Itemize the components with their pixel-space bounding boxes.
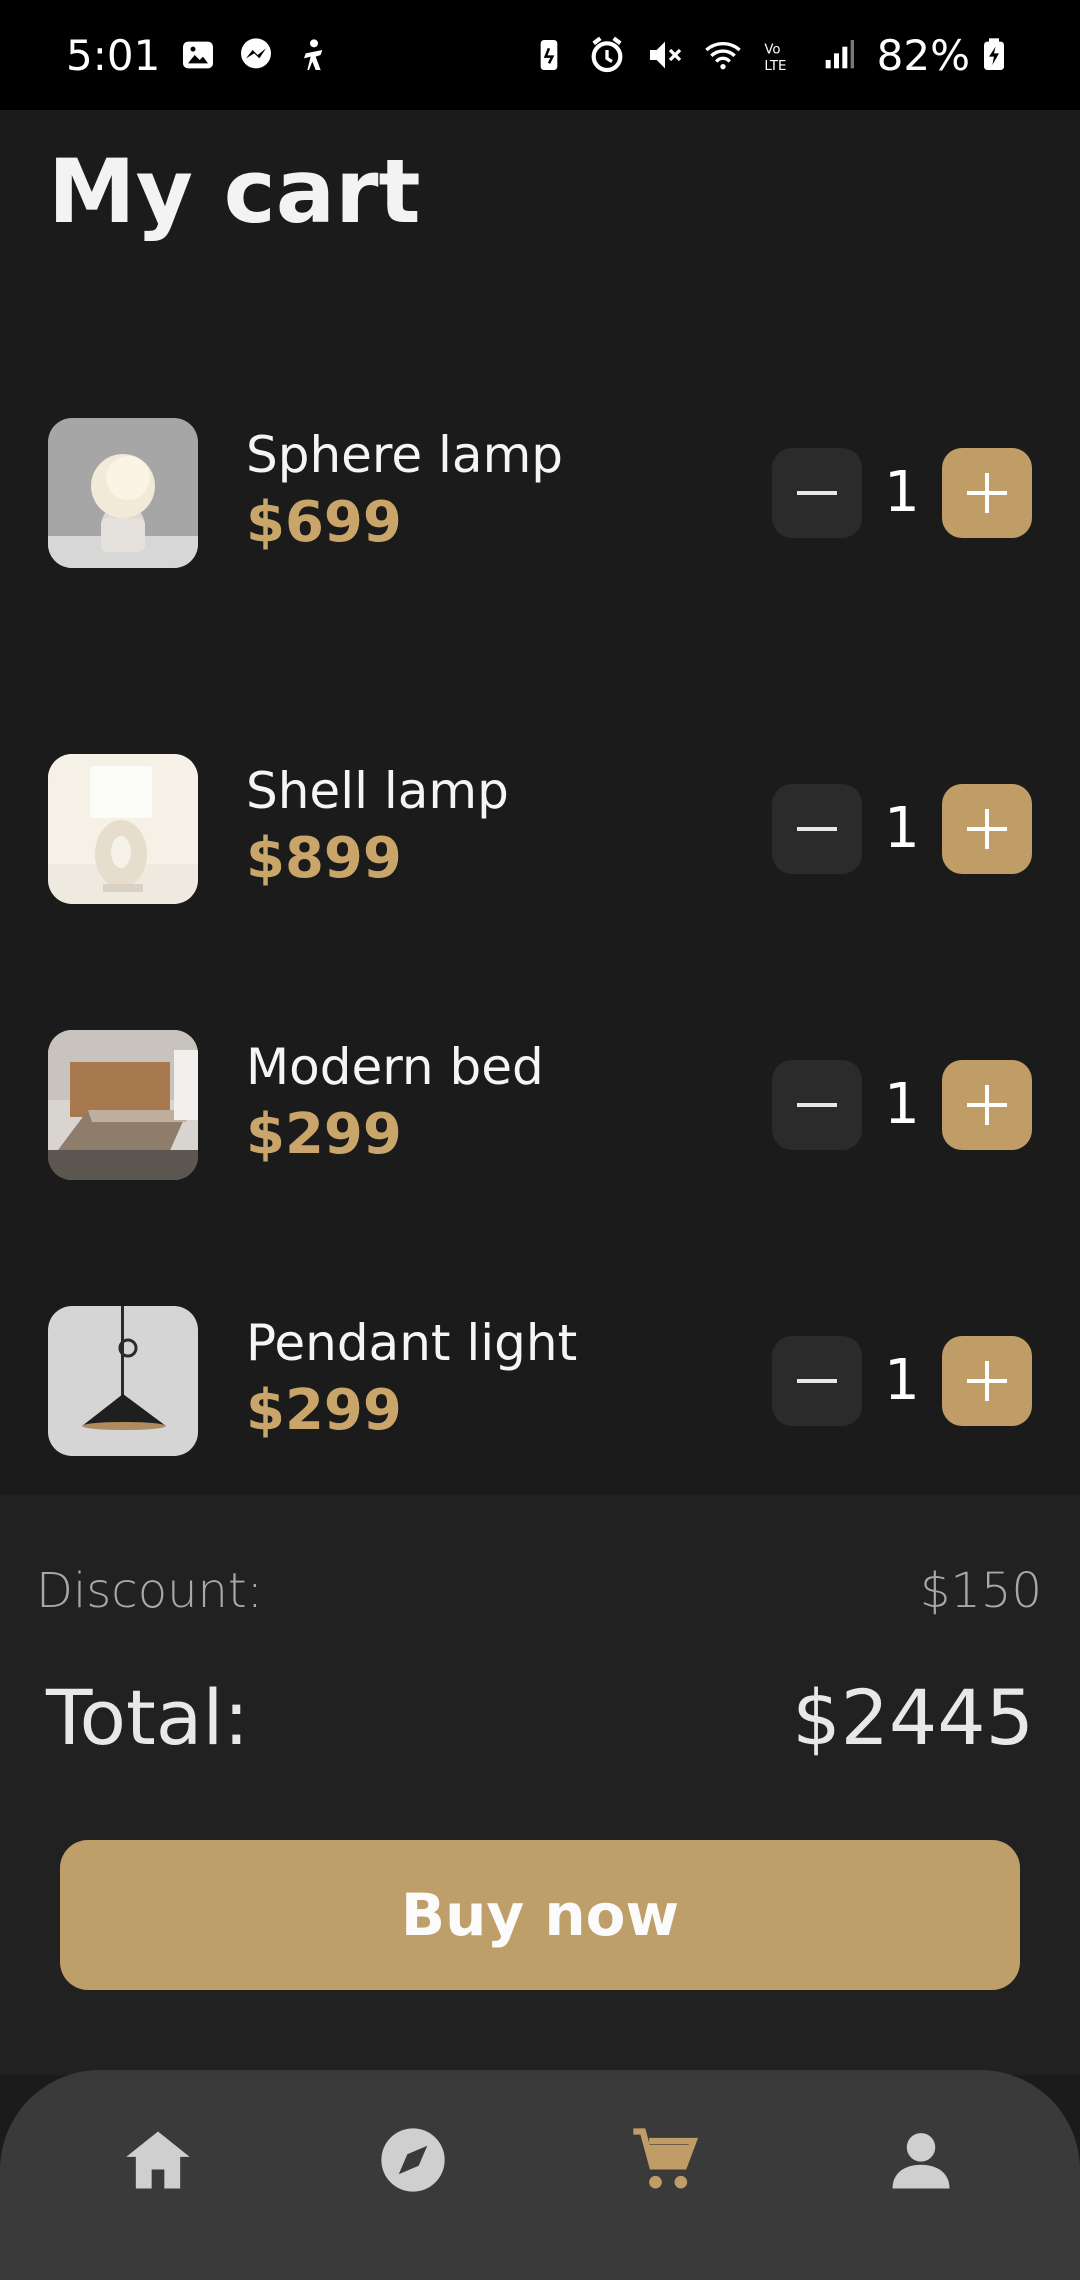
increase-quantity-button[interactable] [942,784,1032,874]
quantity-value: 1 [884,796,920,861]
minus-icon [795,471,839,515]
home-icon [120,2122,196,2198]
product-thumbnail-pendant-light [48,1306,198,1456]
discount-value: $150 [919,1563,1042,1619]
cart-item-modern-bed: Modern bed $299 1 [48,1030,1032,1180]
wifi-icon [703,35,743,75]
product-thumbnail-modern-bed [48,1030,198,1180]
product-thumbnail-shell-lamp [48,754,198,904]
item-price: $899 [246,826,402,891]
increase-quantity-button[interactable] [942,1060,1032,1150]
item-price: $299 [246,1378,402,1443]
page-title: My cart [48,140,421,243]
quantity-stepper: 1 [772,784,1032,874]
cart-item-sphere-lamp: Sphere lamp $699 1 [48,418,1032,568]
cart-item-shell-lamp: Shell lamp $899 1 [48,754,1032,904]
discount-label: Discount: [36,1563,263,1619]
item-price: $699 [246,490,402,555]
messenger-icon [236,35,276,75]
increase-quantity-button[interactable] [942,1336,1032,1426]
plus-icon [965,1083,1009,1127]
decrease-quantity-button[interactable] [772,448,862,538]
plus-icon [965,1359,1009,1403]
battery-saver-icon [529,35,569,75]
battery-charging-icon [974,35,1014,75]
decrease-quantity-button[interactable] [772,1336,862,1426]
status-bar: 5:01 Vo LTE 82% [0,0,1080,110]
signal-icon [819,35,859,75]
increase-quantity-button[interactable] [942,448,1032,538]
gallery-icon [178,35,218,75]
total-label: Total: [46,1673,250,1762]
svg-text:LTE: LTE [764,59,786,74]
quantity-value: 1 [884,1072,920,1137]
bottom-navigation [0,2070,1080,2280]
product-thumbnail-sphere-lamp [48,418,198,568]
item-name: Modern bed [246,1038,544,1096]
item-price: $299 [246,1102,402,1167]
buy-now-button[interactable]: Buy now [60,1840,1020,1990]
quantity-stepper: 1 [772,1336,1032,1426]
item-name: Sphere lamp [246,426,564,484]
total-value: $2445 [792,1673,1034,1762]
minus-icon [795,807,839,851]
compass-icon [375,2122,451,2198]
battery-percent: 82% [876,30,970,80]
quantity-stepper: 1 [772,1060,1032,1150]
nav-profile[interactable] [871,2105,971,2215]
cart-icon [627,2122,703,2198]
svg-text:Vo: Vo [764,42,780,57]
accessibility-icon [294,35,334,75]
status-right: Vo LTE 82% [529,31,1014,80]
quantity-value: 1 [884,460,920,525]
battery-group: 82% [877,31,1014,80]
cart-item-pendant-light: Pendant light $299 1 [48,1306,1032,1456]
quantity-value: 1 [884,1348,920,1413]
minus-icon [795,1359,839,1403]
minus-icon [795,1083,839,1127]
decrease-quantity-button[interactable] [772,1060,862,1150]
item-name: Shell lamp [246,762,509,820]
plus-icon [965,471,1009,515]
order-summary: Discount: $150 Total: $2445 Buy now [0,1495,1080,2075]
item-name: Pendant light [246,1314,578,1372]
status-left: 5:01 [66,31,334,80]
mute-icon [645,35,685,75]
nav-explore[interactable] [363,2105,463,2215]
plus-icon [965,807,1009,851]
profile-icon [883,2122,959,2198]
nav-home[interactable] [108,2105,208,2215]
status-time: 5:01 [66,30,161,80]
nav-cart[interactable] [615,2105,715,2215]
quantity-stepper: 1 [772,448,1032,538]
alarm-icon [587,35,627,75]
decrease-quantity-button[interactable] [772,784,862,874]
volte-icon: Vo LTE [761,35,801,75]
